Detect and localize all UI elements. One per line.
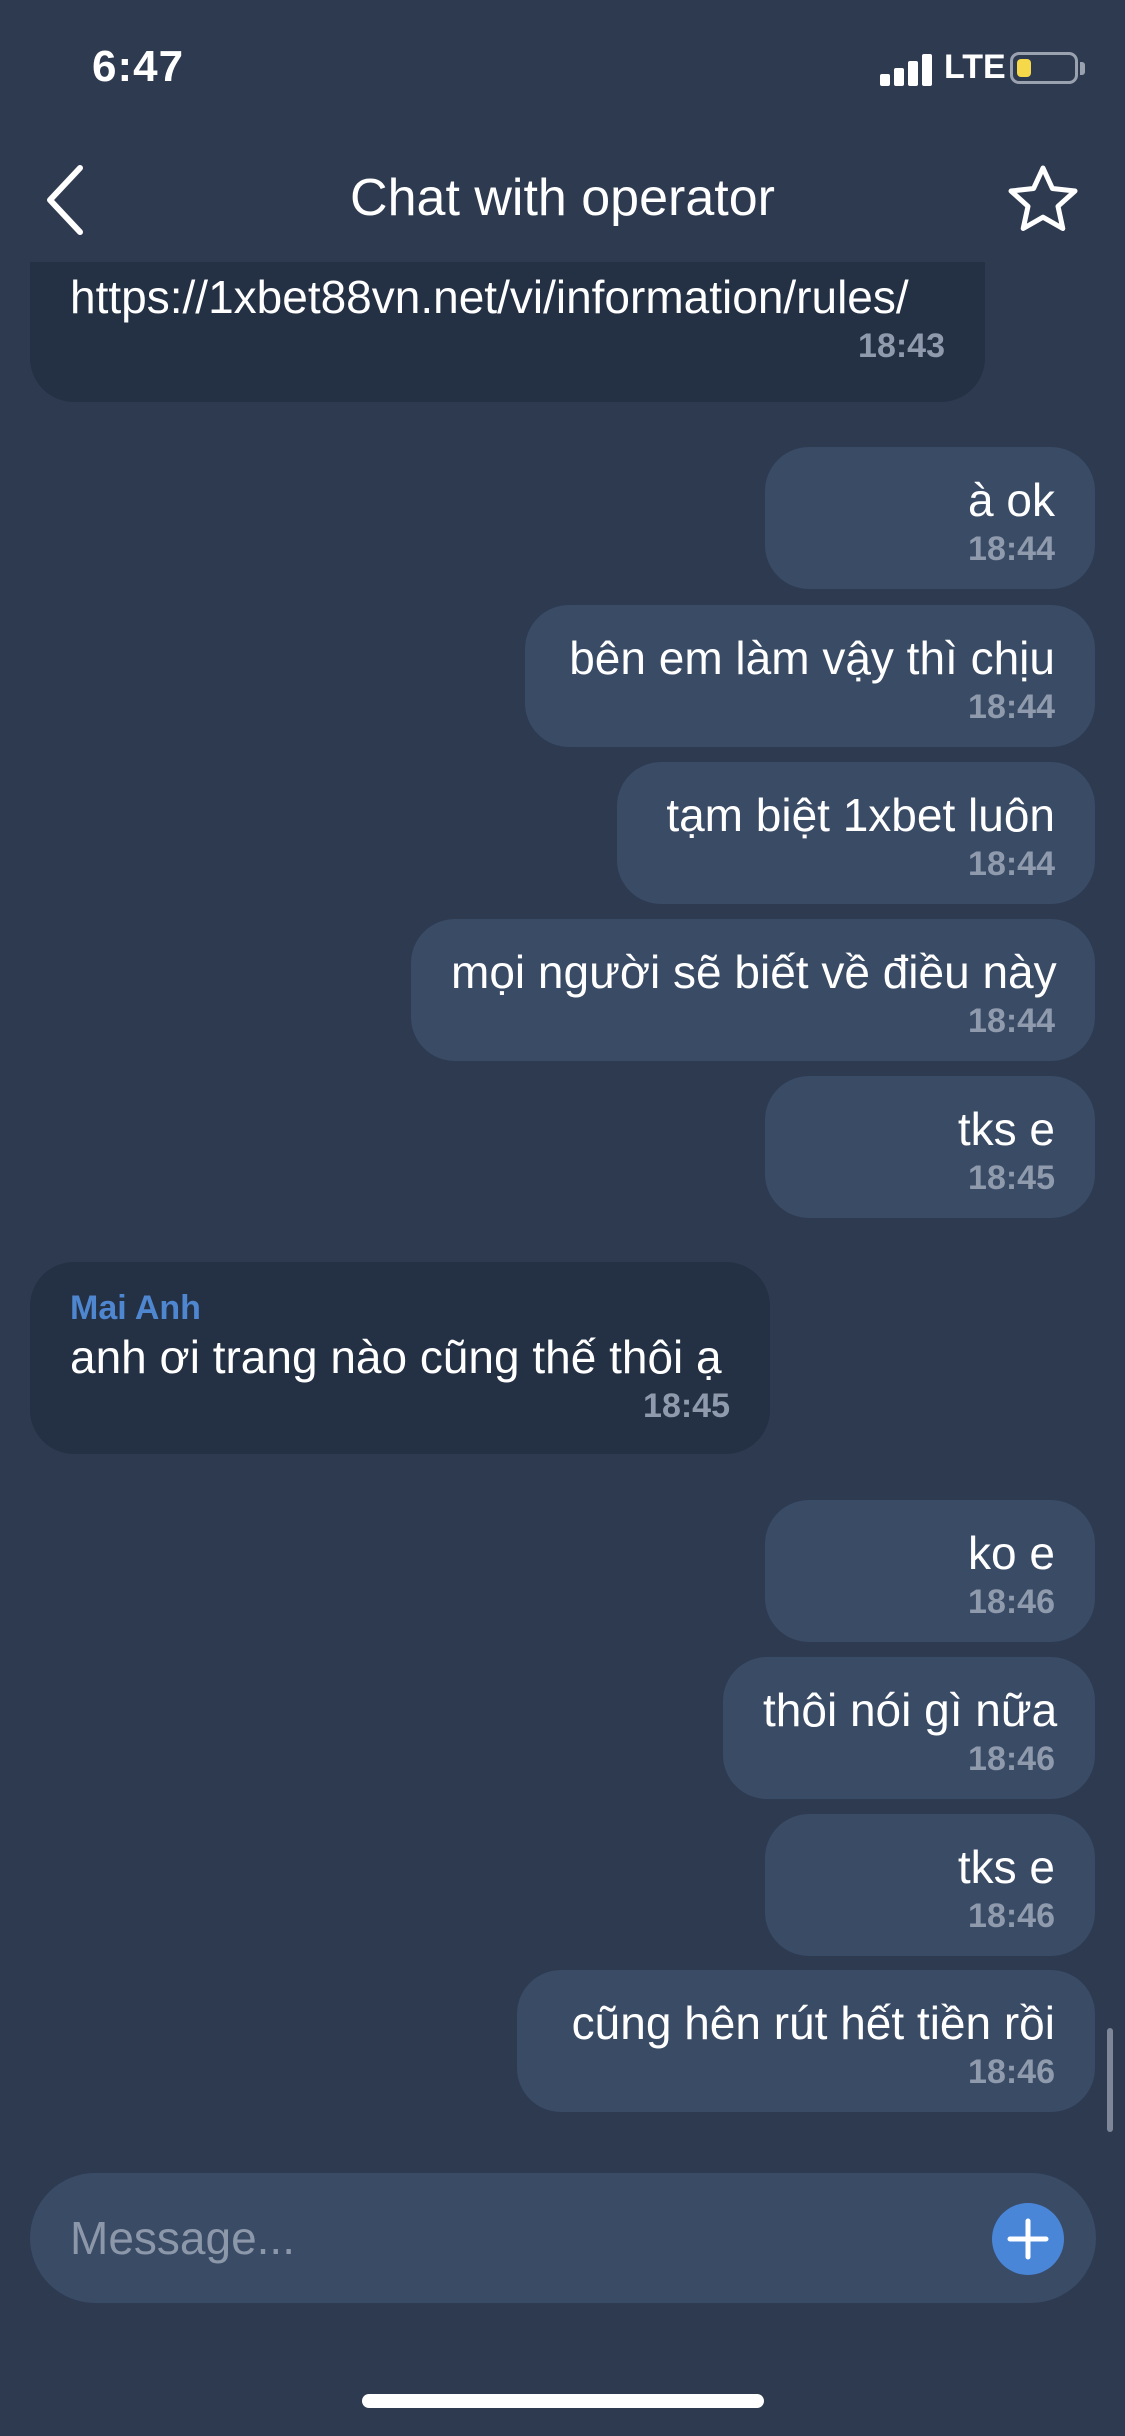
message-text: tạm biệt 1xbet luôn	[666, 789, 1055, 841]
favorite-button[interactable]	[1005, 162, 1081, 238]
message-timestamp: 18:46	[968, 1583, 1055, 1621]
message-timestamp: 18:45	[643, 1387, 730, 1425]
message-text: https://1xbet88vn.net/vi/information/rul…	[70, 271, 909, 323]
page-title: Chat with operator	[350, 169, 775, 227]
incoming-message-bubble[interactable]: Mai Anhhttps://1xbet88vn.net/vi/informat…	[30, 262, 985, 402]
outgoing-message-bubble[interactable]: à ok 18:44	[765, 447, 1095, 589]
outgoing-message-bubble[interactable]: mọi người sẽ biết về điều này 18:44	[411, 919, 1095, 1061]
message-timestamp: 18:46	[968, 1740, 1055, 1778]
message-composer	[30, 2173, 1096, 2303]
battery-level	[1017, 59, 1031, 77]
outgoing-message-bubble[interactable]: tks e 18:46	[765, 1814, 1095, 1956]
outgoing-message-bubble[interactable]: ko e 18:46	[765, 1500, 1095, 1642]
scrollbar[interactable]	[1107, 2028, 1113, 2132]
message-input[interactable]	[70, 2205, 970, 2271]
outgoing-message-bubble[interactable]: tạm biệt 1xbet luôn 18:44	[617, 762, 1095, 904]
message-timestamp: 18:44	[968, 1002, 1055, 1040]
message-text: tks e	[957, 1841, 1055, 1893]
message-timestamp: 18:43	[858, 327, 945, 365]
nav-bar: Chat with operator	[0, 140, 1125, 260]
message-text: à ok	[968, 474, 1055, 526]
message-timestamp: 18:44	[968, 688, 1055, 726]
battery-icon	[1010, 52, 1078, 84]
signal-strength-icon	[880, 52, 936, 86]
message-text: thôi nói gì nữa	[763, 1684, 1058, 1736]
plus-icon	[1007, 2218, 1049, 2260]
incoming-message-bubble[interactable]: Mai Anh anh ơi trang nào cũng thế thôi ạ 1…	[30, 1262, 770, 1454]
message-text: anh ơi trang nào cũng thế thôi ạ	[70, 1331, 722, 1383]
battery-tip	[1080, 62, 1085, 75]
message-text: ko e	[968, 1527, 1055, 1579]
home-indicator[interactable]	[362, 2394, 764, 2408]
message-timestamp: 18:44	[968, 530, 1055, 568]
message-timestamp: 18:45	[968, 1159, 1055, 1197]
outgoing-message-bubble[interactable]: tks e 18:45	[765, 1076, 1095, 1218]
status-time: 6:47	[92, 42, 185, 91]
star-outline-icon	[1008, 165, 1078, 231]
message-timestamp: 18:44	[968, 845, 1055, 883]
status-bar: 6:47 LTE	[0, 0, 1125, 130]
outgoing-message-bubble[interactable]: thôi nói gì nữa 18:46	[723, 1657, 1095, 1799]
message-timestamp: 18:46	[968, 2053, 1055, 2091]
chat-message-list[interactable]: Mai Anh https://1xbet88vn.net/vi/informat…	[0, 262, 1125, 2152]
network-type: LTE	[944, 48, 1006, 86]
message-text: cũng hên rút hết tiền rồi	[571, 1997, 1055, 2049]
message-timestamp: 18:46	[968, 1897, 1055, 1935]
message-text: bên em làm vậy thì chịu	[569, 632, 1055, 684]
message-text: tks e	[957, 1103, 1055, 1155]
outgoing-message-bubble[interactable]: bên em làm vậy thì chịu 18:44	[525, 605, 1095, 747]
message-text: mọi người sẽ biết về điều này	[451, 946, 1057, 998]
outgoing-message-bubble[interactable]: cũng hên rút hết tiền rồi 18:46	[517, 1970, 1095, 2112]
message-sender: Mai Anh	[70, 1289, 201, 1327]
add-attachment-button[interactable]	[992, 2203, 1064, 2275]
